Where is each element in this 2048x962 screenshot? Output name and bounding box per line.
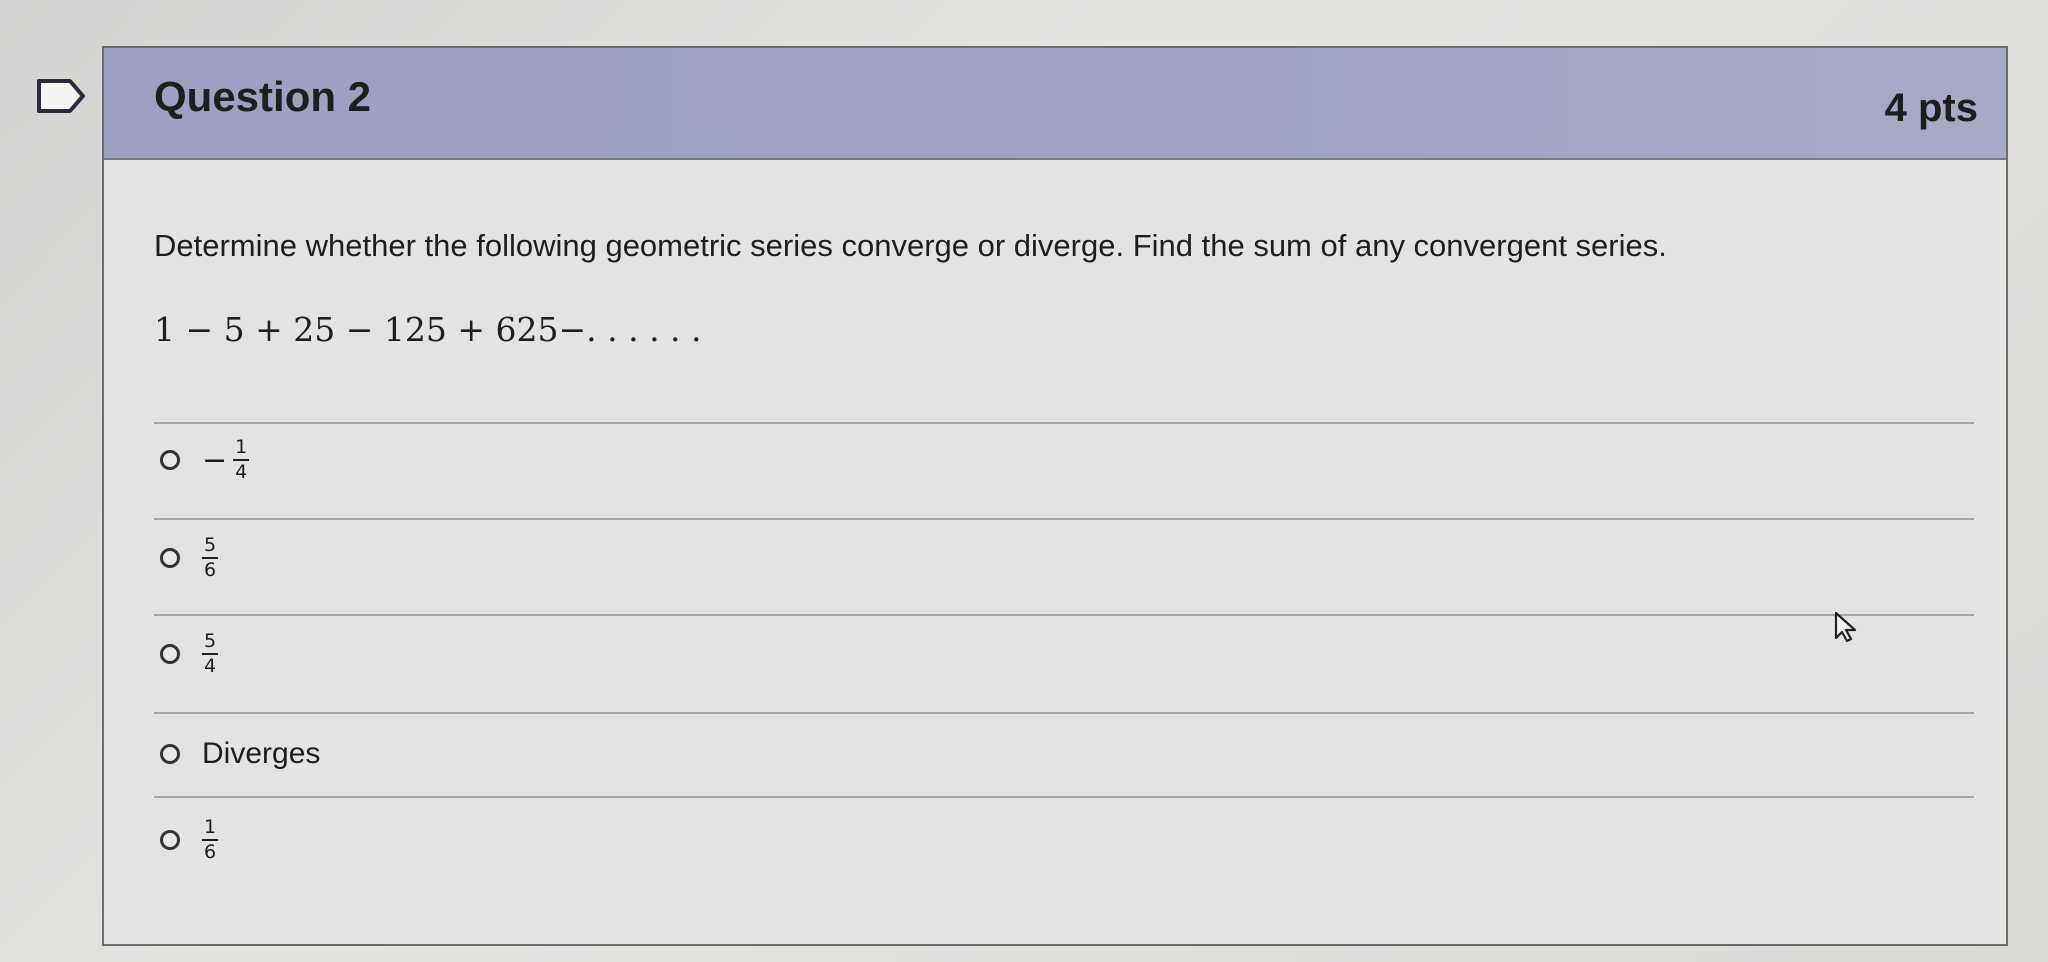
fraction-numerator: 5 xyxy=(202,632,219,655)
answer-fraction-2: 5 6 xyxy=(202,536,219,581)
answer-divider xyxy=(154,796,1974,798)
question-points: 4 pts xyxy=(1884,86,1978,130)
answer-fraction-3: 5 4 xyxy=(202,632,219,677)
answer-radio-5[interactable] xyxy=(160,830,180,850)
question-prompt: Determine whether the following geometri… xyxy=(154,228,1667,263)
answer-divider xyxy=(154,614,1974,616)
question-card: Question 2 4 pts Determine whether the f… xyxy=(102,46,2008,946)
fraction-numerator: 5 xyxy=(202,536,219,559)
mouse-pointer-icon xyxy=(1834,611,1857,643)
fraction-denominator: 4 xyxy=(204,655,217,677)
answer-option-2[interactable]: 5 6 xyxy=(160,528,219,588)
fraction-numerator: 1 xyxy=(202,818,219,841)
flag-question-icon[interactable] xyxy=(36,78,86,114)
answer-text-diverges: Diverges xyxy=(202,737,321,770)
answer-option-1[interactable]: − 1 4 xyxy=(160,430,250,490)
answer-radio-3[interactable] xyxy=(160,644,180,664)
answer-option-4[interactable]: Diverges xyxy=(160,724,320,784)
answer-divider xyxy=(154,518,1974,520)
question-header: Question 2 4 pts xyxy=(104,48,2006,160)
question-title: Question 2 xyxy=(154,73,372,120)
answer-sign-1: − xyxy=(202,442,228,478)
answer-option-5[interactable]: 1 6 xyxy=(160,810,219,870)
answer-radio-2[interactable] xyxy=(160,548,180,568)
fraction-denominator: 6 xyxy=(204,841,217,863)
fraction-numerator: 1 xyxy=(233,438,250,461)
answer-fraction-1: 1 4 xyxy=(233,438,250,483)
fraction-denominator: 4 xyxy=(235,461,248,483)
answer-option-3[interactable]: 5 4 xyxy=(160,624,219,684)
fraction-denominator: 6 xyxy=(204,559,217,581)
answer-radio-4[interactable] xyxy=(160,744,180,764)
answer-divider xyxy=(154,712,1974,714)
answer-radio-1[interactable] xyxy=(160,450,180,470)
answer-fraction-5: 1 6 xyxy=(202,818,219,863)
question-expression: 1 − 5 + 25 − 125 + 625−. . . . . . xyxy=(154,310,702,349)
answer-divider xyxy=(154,422,1974,424)
